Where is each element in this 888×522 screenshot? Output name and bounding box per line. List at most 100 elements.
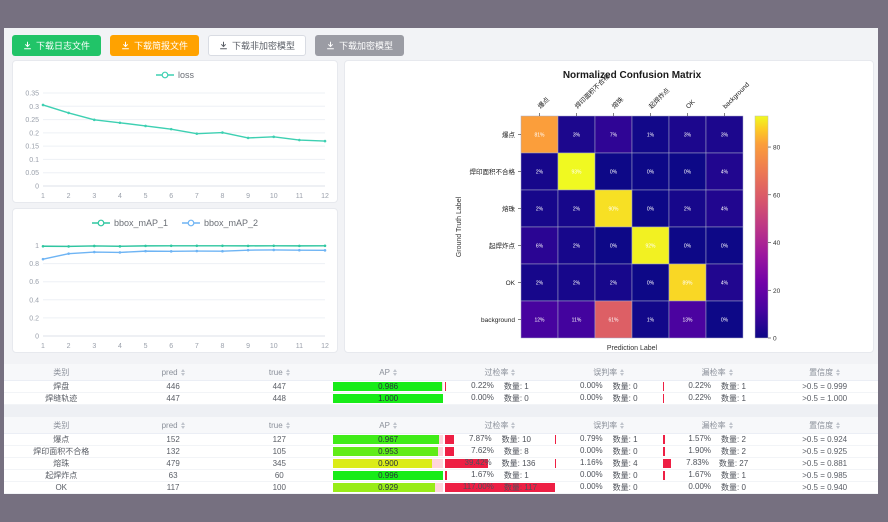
svg-text:4: 4 (118, 343, 122, 350)
ap-cell: 0.967 (331, 434, 445, 445)
column-header[interactable]: pred (118, 417, 227, 433)
svg-text:0.8: 0.8 (29, 261, 39, 268)
rate-count: 数量: 0 (613, 381, 638, 392)
svg-text:92%: 92% (645, 244, 656, 250)
sort-icon[interactable] (181, 422, 185, 429)
column-header[interactable]: AP (331, 417, 445, 433)
svg-text:89%: 89% (682, 281, 693, 287)
download-button-1[interactable]: 下载日志文件 (12, 35, 101, 56)
category-cell: 起焊炸点 (4, 470, 118, 481)
ap-cell: 0.996 (331, 470, 445, 481)
download-icon (23, 41, 32, 50)
rate-count: 数量: 117 (504, 482, 537, 493)
svg-text:7%: 7% (610, 133, 618, 139)
column-header[interactable]: 误判率 (555, 364, 663, 380)
column-header[interactable]: true (228, 364, 331, 380)
svg-text:0%: 0% (684, 170, 692, 176)
column-header-label: AP (379, 421, 390, 430)
over-detect-cell: 1.67%数量: 1 (445, 470, 554, 481)
over-detect-cell: 117.00%数量: 117 (445, 482, 554, 493)
column-header[interactable]: 漏检率 (663, 364, 771, 380)
svg-text:12%: 12% (534, 318, 545, 324)
miss-detect-cell: 0.22%数量: 1 (663, 393, 771, 404)
sort-icon[interactable] (511, 369, 515, 376)
button-label: 下载日志文件 (36, 39, 90, 52)
rate-count: 数量: 2 (721, 434, 746, 445)
sort-icon[interactable] (729, 422, 733, 429)
rate-value: 0.00% (580, 482, 603, 493)
matrix-row-label: 爆点 (502, 130, 516, 139)
svg-text:11: 11 (296, 193, 303, 200)
svg-text:1: 1 (35, 243, 39, 250)
rate-value: 1.67% (688, 470, 711, 481)
rate-count: 数量: 0 (721, 482, 746, 493)
download-button-3[interactable]: 下载非加密模型 (208, 35, 306, 56)
button-label: 下载简报文件 (134, 39, 188, 52)
over-detect-cell: 7.62%数量: 8 (445, 446, 554, 457)
svg-text:2%: 2% (573, 281, 581, 287)
legend-label: loss (178, 70, 194, 80)
sort-icon[interactable] (286, 422, 290, 429)
misjudge-cell: 0.00%数量: 0 (555, 446, 663, 457)
legend-item-loss[interactable]: loss (156, 70, 194, 80)
svg-text:1%: 1% (647, 133, 655, 139)
column-header: 类别 (4, 417, 118, 433)
svg-text:2: 2 (67, 193, 71, 200)
column-header[interactable]: 置信度 (771, 417, 878, 433)
svg-text:5: 5 (144, 343, 148, 350)
column-header[interactable]: 过检率 (445, 364, 554, 380)
column-header[interactable]: pred (118, 364, 227, 380)
column-header[interactable]: AP (331, 364, 445, 380)
column-header[interactable]: 过检率 (445, 417, 554, 433)
svg-text:2%: 2% (536, 207, 544, 213)
sort-icon[interactable] (181, 369, 185, 376)
sort-icon[interactable] (836, 422, 840, 429)
true-cell: 100 (228, 482, 331, 493)
sort-icon[interactable] (393, 422, 397, 429)
sort-icon[interactable] (393, 369, 397, 376)
table-divider (4, 405, 878, 417)
sort-icon[interactable] (836, 369, 840, 376)
miss-detect-cell: 1.90%数量: 2 (663, 446, 771, 457)
svg-text:1: 1 (41, 343, 45, 350)
matrix-row-label: 熔珠 (502, 204, 516, 213)
rate-count: 数量: 2 (721, 446, 746, 457)
legend-item-bbox_mAP_1[interactable]: bbox_mAP_1 (92, 218, 168, 228)
rate-value: 0.00% (471, 393, 494, 404)
legend-marker-icon (156, 71, 174, 79)
matrix-column-label: 起焊炸点 (647, 85, 672, 110)
sort-icon[interactable] (620, 422, 624, 429)
ap-value: 0.900 (333, 459, 443, 468)
rate-value: 1.16% (580, 458, 603, 469)
column-header-label: 类别 (53, 367, 69, 378)
column-header[interactable]: 误判率 (555, 417, 663, 433)
download-button-4[interactable]: 下载加密模型 (315, 35, 404, 56)
svg-text:61%: 61% (608, 318, 619, 324)
sort-icon[interactable] (729, 369, 733, 376)
miss-detect-cell: 7.83%数量: 27 (663, 458, 771, 469)
pred-cell: 63 (118, 470, 227, 481)
sort-icon[interactable] (620, 369, 624, 376)
miss-detect-cell: 0.00%数量: 0 (663, 482, 771, 493)
svg-text:0%: 0% (684, 244, 692, 250)
column-header[interactable]: 漏检率 (663, 417, 771, 433)
column-header[interactable]: 置信度 (771, 364, 878, 380)
column-header[interactable]: true (228, 417, 331, 433)
download-icon (219, 41, 228, 50)
download-button-2[interactable]: 下载简报文件 (110, 35, 199, 56)
svg-text:3: 3 (92, 193, 96, 200)
sort-icon[interactable] (511, 422, 515, 429)
matrix-column-label: background (722, 81, 751, 110)
ap-cell: 0.953 (331, 446, 445, 457)
pred-cell: 446 (118, 381, 227, 392)
rate-value: 0.00% (580, 381, 603, 392)
ap-value: 0.986 (333, 382, 443, 391)
sort-icon[interactable] (286, 369, 290, 376)
metrics-table-2: 类别predtrueAP过检率误判率漏检率置信度爆点1521270.9677.8… (4, 417, 878, 494)
svg-text:0.35: 0.35 (25, 91, 39, 98)
misjudge-cell: 0.00% 数量: 0 (555, 381, 663, 392)
confidence-cell: >0.5 = 0.924 (771, 434, 878, 445)
legend-item-bbox_mAP_2[interactable]: bbox_mAP_2 (182, 218, 258, 228)
true-cell: 60 (228, 470, 331, 481)
column-header-label: pred (162, 368, 178, 377)
